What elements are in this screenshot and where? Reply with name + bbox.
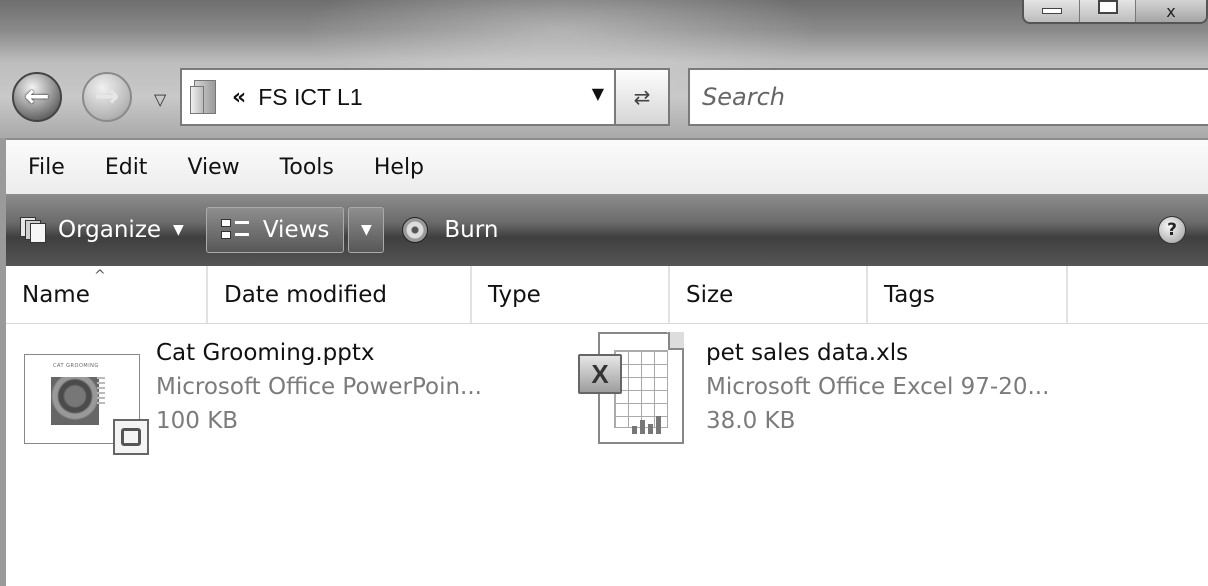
views-dropdown-icon: ▼ — [361, 222, 372, 238]
column-header-size[interactable]: Size — [670, 266, 868, 323]
cat-photo — [51, 377, 99, 425]
menu-edit[interactable]: Edit — [105, 155, 148, 180]
organize-icon — [20, 217, 46, 243]
back-arrow-icon: ← — [24, 79, 50, 114]
window-controls: x — [1022, 0, 1208, 24]
views-label: Views — [262, 217, 330, 243]
menu-file[interactable]: File — [28, 155, 65, 180]
organize-label: Organize — [58, 217, 162, 243]
file-item[interactable]: X pet sales data.xls Microsoft Office Ex… — [574, 330, 1049, 450]
column-header-date-label: Date modified — [224, 281, 387, 308]
burn-label: Burn — [444, 217, 499, 243]
organize-button[interactable]: Organize ▼ — [20, 194, 184, 266]
thumbnail-slide-title: CAT GROOMING — [53, 363, 99, 369]
organize-dropdown-icon: ▼ — [173, 222, 184, 238]
close-icon: x — [1166, 2, 1176, 21]
menu-help[interactable]: Help — [374, 155, 424, 180]
column-headers: Name ^ Date modified Type Size Tags — [6, 266, 1208, 324]
close-button[interactable]: x — [1136, 0, 1206, 22]
file-name: pet sales data.xls — [706, 340, 909, 366]
powerpoint-badge-icon — [113, 419, 149, 455]
views-dropdown-button[interactable]: ▼ — [348, 207, 385, 253]
search-box[interactable] — [688, 68, 1208, 126]
forward-arrow-icon: → — [94, 79, 120, 114]
search-input[interactable] — [690, 70, 1208, 124]
file-item[interactable]: CAT GROOMING Cat Grooming.pptx Microsoft… — [24, 336, 482, 455]
refresh-icon: ⇄ — [633, 85, 651, 109]
sort-ascending-icon: ^ — [94, 268, 106, 284]
menu-tools[interactable]: Tools — [280, 155, 334, 180]
file-type: Microsoft Office PowerPoin... — [156, 374, 482, 400]
command-bar: Organize ▼ Views ▼ Burn ? — [6, 194, 1208, 266]
breadcrumb-current-folder[interactable]: FS ICT L1 — [258, 84, 362, 111]
column-header-tags[interactable]: Tags — [868, 266, 1068, 323]
excel-file-icon: X — [574, 330, 684, 450]
forward-button[interactable]: → — [82, 72, 132, 122]
views-icon — [220, 218, 251, 242]
maximize-button[interactable] — [1080, 0, 1136, 22]
column-header-size-label: Size — [686, 281, 734, 308]
file-name: Cat Grooming.pptx — [156, 340, 375, 366]
help-icon: ? — [1167, 220, 1177, 240]
column-header-type-label: Type — [488, 281, 541, 308]
column-header-name-label: Name — [22, 281, 90, 308]
recent-pages-dropdown-icon[interactable]: ▽ — [154, 90, 166, 109]
file-type: Microsoft Office Excel 97-20... — [706, 374, 1050, 400]
disc-icon — [402, 217, 429, 243]
file-size: 38.0 KB — [706, 408, 796, 434]
help-button[interactable]: ? — [1158, 216, 1186, 244]
column-header-type[interactable]: Type — [472, 266, 670, 323]
title-bar: x ← → ▽ « FS ICT L1 ▼ ⇄ — [0, 0, 1208, 138]
maximize-icon — [1098, 0, 1118, 14]
column-header-tags-label: Tags — [884, 281, 935, 308]
refresh-button[interactable]: ⇄ — [614, 70, 668, 124]
burn-button[interactable]: Burn — [402, 194, 498, 266]
file-size: 100 KB — [156, 408, 239, 434]
menu-view[interactable]: View — [187, 155, 239, 180]
address-dropdown-icon[interactable]: ▼ — [592, 84, 604, 103]
column-header-name[interactable]: Name ^ — [6, 266, 208, 323]
address-bar[interactable]: « FS ICT L1 ▼ ⇄ — [180, 68, 670, 126]
file-list: CAT GROOMING Cat Grooming.pptx Microsoft… — [6, 324, 1208, 586]
menu-bar: File Edit View Tools Help — [6, 138, 1208, 194]
minimize-button[interactable] — [1024, 0, 1080, 22]
column-header-date-modified[interactable]: Date modified — [208, 266, 472, 323]
back-button[interactable]: ← — [12, 72, 62, 122]
minimize-icon — [1042, 8, 1062, 14]
views-button[interactable]: Views — [205, 207, 345, 253]
powerpoint-thumbnail-icon: CAT GROOMING — [24, 354, 149, 455]
breadcrumb-overflow-chevron[interactable]: « — [232, 85, 246, 110]
folder-icon — [190, 80, 218, 114]
